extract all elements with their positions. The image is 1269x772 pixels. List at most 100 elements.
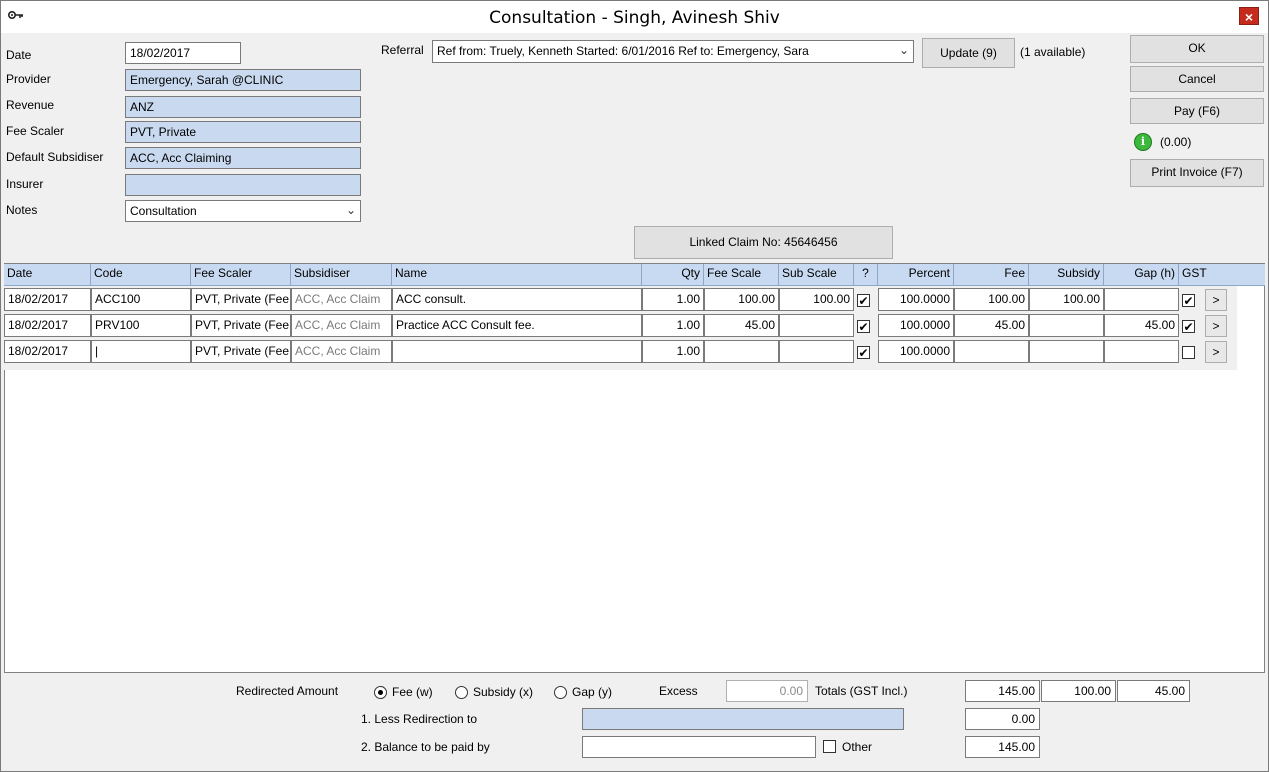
available-text: (1 available) (1020, 45, 1086, 59)
excess-field[interactable]: 0.00 (726, 680, 808, 702)
table-cell-name[interactable]: Practice ACC Consult fee. (392, 314, 642, 337)
pay-button[interactable]: Pay (F6) (1130, 98, 1264, 124)
table-cell-fee[interactable]: 45.00 (954, 314, 1029, 337)
radio-subsidy[interactable] (455, 686, 468, 699)
table-cell-fee-scale[interactable]: 45.00 (704, 314, 779, 337)
table-cell-subsidy[interactable] (1029, 314, 1104, 337)
header-gst[interactable]: GST (1179, 264, 1265, 286)
table-cell-subsidy[interactable]: 100.00 (1029, 288, 1104, 311)
table-cell-gap[interactable] (1104, 288, 1179, 311)
table-cell-percent[interactable]: 100.0000 (878, 314, 954, 337)
row-detail-button[interactable]: > (1205, 315, 1227, 337)
table-cell-sub-scale[interactable] (779, 314, 854, 337)
gst-checkbox[interactable] (1182, 346, 1195, 359)
balance-paid-by-field[interactable] (582, 736, 816, 758)
table-cell-name[interactable]: ACC consult. (392, 288, 642, 311)
table-cell-subsidy[interactable] (1029, 340, 1104, 363)
header-percent[interactable]: Percent (878, 264, 954, 286)
table-cell-qty[interactable]: 1.00 (642, 340, 704, 363)
table-cell-code[interactable]: ACC100 (91, 288, 191, 311)
table-cell-date[interactable]: 18/02/2017 (4, 288, 91, 311)
table-cell-fee-scaler[interactable]: PVT, Private (Fee (191, 288, 291, 311)
table-cell-percent[interactable]: 100.0000 (878, 288, 954, 311)
header-gap[interactable]: Gap (h) (1104, 264, 1179, 286)
row-checkbox[interactable]: ✔ (857, 346, 870, 359)
table-cell-date[interactable]: 18/02/2017 (4, 314, 91, 337)
fee-scaler-field[interactable]: PVT, Private (125, 121, 361, 143)
radio-gap-label[interactable]: Gap (y) (572, 685, 612, 699)
revenue-label: Revenue (6, 98, 55, 112)
table-cell-fee-scale[interactable]: 100.00 (704, 288, 779, 311)
default-subsidiser-field[interactable]: ACC, Acc Claiming (125, 147, 361, 169)
radio-fee-label[interactable]: Fee (w) (392, 685, 433, 699)
table-cell-subsidiser[interactable]: ACC, Acc Claim (291, 340, 392, 363)
table-cell-fee-scaler[interactable]: PVT, Private (Fee (191, 340, 291, 363)
radio-gap[interactable] (554, 686, 567, 699)
table-cell-gap[interactable]: 45.00 (1104, 314, 1179, 337)
header-subsidy[interactable]: Subsidy (1029, 264, 1104, 286)
row-detail-button[interactable]: > (1205, 289, 1227, 311)
header-sub-scale[interactable]: Sub Scale (779, 264, 854, 286)
header-fee[interactable]: Fee (954, 264, 1029, 286)
row-checkbox[interactable]: ✔ (857, 320, 870, 333)
header-question[interactable]: ? (854, 264, 878, 286)
table-cell-subsidiser[interactable]: ACC, Acc Claim (291, 288, 392, 311)
gst-checkbox[interactable]: ✔ (1182, 320, 1195, 333)
header-code[interactable]: Code (91, 264, 191, 286)
total-subsidy-field: 100.00 (1041, 680, 1116, 702)
notes-dropdown[interactable]: Consultation ⌄ (125, 200, 361, 222)
header-fee-scale[interactable]: Fee Scale (704, 264, 779, 286)
provider-field[interactable]: Emergency, Sarah @CLINIC (125, 69, 361, 91)
chevron-down-icon: ⌄ (898, 43, 909, 57)
row-checkbox[interactable]: ✔ (857, 294, 870, 307)
other-checkbox[interactable] (823, 740, 836, 753)
gst-checkbox[interactable]: ✔ (1182, 294, 1195, 307)
notes-label: Notes (6, 203, 38, 217)
close-button[interactable]: × (1239, 7, 1259, 25)
table-cell-gap[interactable] (1104, 340, 1179, 363)
less-redirection-amount: 0.00 (965, 708, 1040, 730)
header-qty[interactable]: Qty (642, 264, 704, 286)
table-cell-sub-scale[interactable]: 100.00 (779, 288, 854, 311)
revenue-field[interactable]: ANZ (125, 96, 361, 118)
table-cell-code[interactable]: | (91, 340, 191, 363)
table-cell-code[interactable]: PRV100 (91, 314, 191, 337)
default-subsidiser-label: Default Subsidiser (6, 150, 104, 164)
less-redirection-field[interactable] (582, 708, 904, 730)
header-date[interactable]: Date (4, 264, 91, 286)
table-cell-qty[interactable]: 1.00 (642, 314, 704, 337)
other-label[interactable]: Other (842, 740, 872, 754)
ok-button[interactable]: OK (1130, 35, 1264, 63)
radio-subsidy-label[interactable]: Subsidy (x) (473, 685, 533, 699)
referral-value: Ref from: Truely, Kenneth Started: 6/01/… (437, 44, 809, 58)
info-icon[interactable]: i (1134, 133, 1152, 151)
balance-amount-field: 145.00 (965, 736, 1040, 758)
chevron-down-icon: ⌄ (345, 203, 356, 217)
header-fee-scaler[interactable]: Fee Scaler (191, 264, 291, 286)
referral-dropdown[interactable]: Ref from: Truely, Kenneth Started: 6/01/… (432, 40, 914, 63)
table-cell-fee-scaler[interactable]: PVT, Private (Fee (191, 314, 291, 337)
header-name[interactable]: Name (392, 264, 642, 286)
table-cell-subsidiser[interactable]: ACC, Acc Claim (291, 314, 392, 337)
table-cell-date[interactable]: 18/02/2017 (4, 340, 91, 363)
table-cell-percent[interactable]: 100.0000 (878, 340, 954, 363)
cancel-button[interactable]: Cancel (1130, 66, 1264, 92)
date-field[interactable]: 18/02/2017 (125, 42, 241, 64)
table-cell-sub-scale[interactable] (779, 340, 854, 363)
table-cell-name[interactable] (392, 340, 642, 363)
date-label: Date (6, 48, 32, 62)
table-cell-qty[interactable]: 1.00 (642, 288, 704, 311)
insurer-field[interactable] (125, 174, 361, 196)
excess-label: Excess (659, 684, 698, 698)
redirected-amount-label: Redirected Amount (236, 684, 339, 698)
linked-claim-button[interactable]: Linked Claim No: 45646456 (634, 226, 893, 259)
table-cell-fee[interactable]: 100.00 (954, 288, 1029, 311)
radio-fee[interactable] (374, 686, 387, 699)
row-detail-button[interactable]: > (1205, 341, 1227, 363)
update-button[interactable]: Update (9) (922, 38, 1015, 68)
print-invoice-button[interactable]: Print Invoice (F7) (1130, 159, 1264, 187)
table-cell-fee-scale[interactable] (704, 340, 779, 363)
header-subsidiser[interactable]: Subsidiser (291, 264, 392, 286)
table-cell-fee[interactable] (954, 340, 1029, 363)
insurer-label: Insurer (6, 177, 44, 191)
